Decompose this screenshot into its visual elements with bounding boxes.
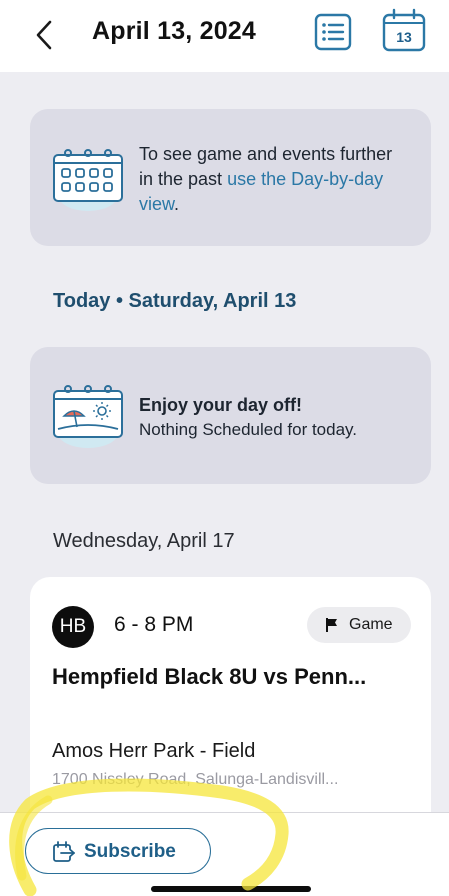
upcoming-date-heading: Wednesday, April 17 [53,530,235,552]
bottom-bar: Subscribe [0,812,449,896]
past-events-info-card: To see game and events further in the pa… [30,109,431,246]
home-indicator[interactable] [151,886,311,892]
today-heading: Today • Saturday, April 13 [53,290,297,312]
subscribe-button[interactable]: Subscribe [25,828,211,874]
event-type-badge: Game [307,607,411,643]
event-card[interactable]: HB 6 - 8 PM Game Hempfield Black 8U vs P… [30,577,431,837]
page-title: April 13, 2024 [92,17,257,45]
flag-icon [326,618,337,632]
calendar-button[interactable]: 13 [380,6,428,54]
chevron-left-icon[interactable] [30,18,60,52]
day-off-title: Enjoy your day off! [139,395,303,415]
day-off-subtitle: Nothing Scheduled for today. [139,420,357,439]
top-header: April 13, 2024 13 [0,0,449,72]
event-location: Amos Herr Park - Field [52,740,256,762]
calendar-export-icon [53,841,75,862]
team-avatar: HB [52,606,94,648]
beach-calendar-icon [53,385,123,448]
event-address[interactable]: 1700 Nissley Road, Salunga-Landisvill... [52,771,338,789]
day-off-card: Enjoy your day off! Nothing Scheduled fo… [30,347,431,484]
calendar-grid-icon [53,149,123,211]
subscribe-label: Subscribe [84,841,176,862]
event-title: Hempfield Black 8U vs Penn... [52,664,367,689]
event-type-label: Game [349,616,393,633]
list-icon[interactable] [313,12,353,52]
event-time: 6 - 8 PM [114,613,194,636]
past-events-info-text: To see game and events further in the pa… [139,142,409,217]
info-text-period: . [174,194,180,214]
calendar-day-number: 13 [396,29,412,45]
